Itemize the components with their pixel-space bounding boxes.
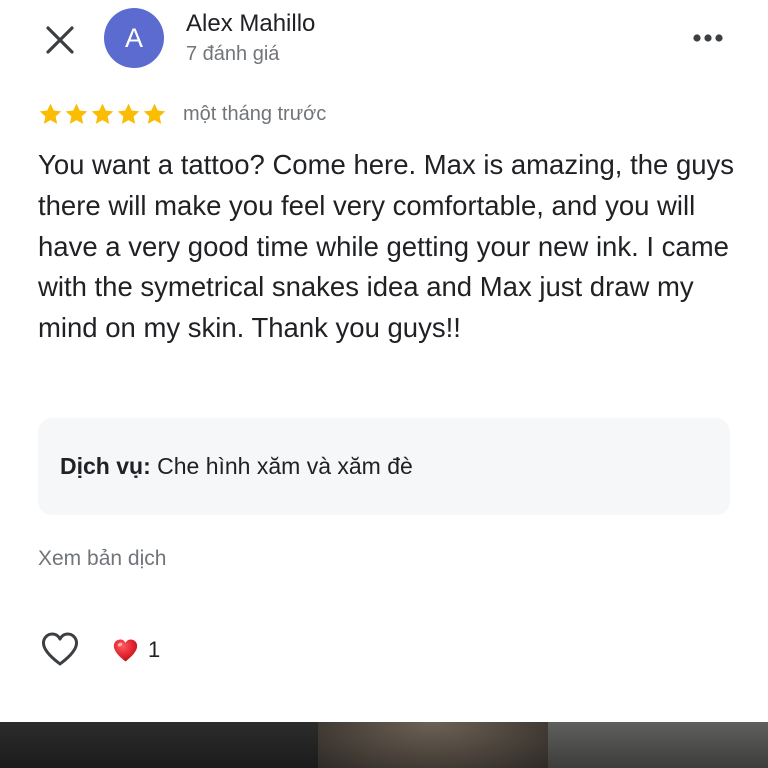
author-name[interactable]: Alex Mahillo [186, 10, 315, 38]
review-detail-page: A Alex Mahillo 7 đánh giá một tháng trướ… [0, 0, 768, 768]
star-icon [143, 103, 166, 124]
more-options-button[interactable] [686, 22, 730, 54]
star-icon [91, 103, 114, 124]
photo-subject [318, 722, 548, 768]
photo-background-left [0, 722, 320, 768]
photo-background-right [548, 722, 768, 768]
like-button[interactable] [38, 628, 82, 672]
service-value: Che hình xăm và xăm đè [157, 453, 413, 479]
author-review-count: 7 đánh giá [186, 43, 280, 65]
review-photo[interactable] [0, 722, 768, 768]
star-icon [117, 103, 140, 124]
service-info: Dịch vụ: Che hình xăm và xăm đè [60, 453, 413, 480]
star-icon [39, 103, 62, 124]
service-info-box: Dịch vụ: Che hình xăm và xăm đè [38, 418, 730, 515]
red-heart-icon [113, 639, 138, 661]
reaction-summary[interactable]: 1 [112, 634, 160, 666]
review-time: một tháng trước [183, 102, 327, 125]
translate-link[interactable]: Xem bản dịch [38, 547, 166, 571]
review-text: You want a tattoo? Come here. Max is ama… [38, 149, 735, 344]
star-rating [38, 102, 167, 127]
rating-row: một tháng trước [38, 98, 326, 130]
service-label: Dịch vụ: [60, 453, 151, 479]
heart-outline-icon [42, 632, 78, 666]
star-icon [65, 103, 88, 124]
close-button[interactable] [38, 18, 82, 62]
reaction-count: 1 [148, 637, 161, 662]
close-icon [46, 26, 74, 54]
avatar[interactable]: A [104, 8, 164, 68]
more-horizontal-icon [693, 34, 723, 42]
